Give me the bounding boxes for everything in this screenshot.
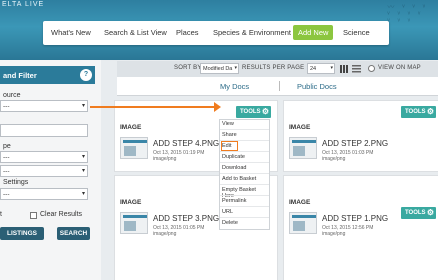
keyword-input[interactable] (0, 124, 88, 137)
card-title[interactable]: ADD STEP 1.PNG (322, 214, 388, 223)
card-type: IMAGE (289, 124, 311, 131)
chevron-down-icon: ▾ (81, 191, 85, 197)
clear-results-label: Clear Results (40, 211, 83, 218)
settings-select[interactable]: --- ▾ (0, 188, 88, 200)
annotation-arrow (90, 106, 217, 108)
filter-panel-header: and Filter ? (0, 66, 95, 84)
help-icon[interactable]: ? (80, 69, 92, 81)
chevron-down-icon: ▾ (234, 65, 237, 71)
card-mime: image/png (153, 231, 177, 237)
tab-my-docs[interactable]: My Docs (220, 82, 249, 91)
brand-text[interactable]: ELTA LIVE (2, 1, 44, 8)
type-select[interactable]: --- ▾ (0, 151, 88, 163)
card-title[interactable]: ADD STEP 2.PNG (322, 139, 388, 148)
menu-item-permalink[interactable]: Permalink (222, 198, 246, 204)
nav-search-list-view[interactable]: Search & List View (104, 28, 167, 37)
menu-item-view[interactable]: View (222, 121, 234, 127)
card-thumbnail[interactable] (120, 212, 148, 234)
source-select[interactable]: --- ▾ (0, 100, 88, 112)
card-thumbnail[interactable] (120, 137, 148, 159)
card-type: IMAGE (120, 199, 142, 206)
grid-view-icon[interactable] (340, 65, 348, 73)
view-on-map-label: VIEW ON MAP (378, 65, 421, 71)
results-toolbar: SORT BY Modified Da ▾ RESULTS PER PAGE 2… (117, 61, 438, 77)
list-view-icon[interactable] (352, 65, 361, 73)
filter-panel-title: and Filter (3, 71, 37, 80)
chevron-down-icon: ▾ (81, 168, 85, 174)
chevron-down-icon: ▾ (330, 65, 333, 71)
chevron-down-icon: ▾ (81, 154, 85, 160)
tools-button[interactable]: TOOLS ⚙ (401, 106, 436, 118)
tab-divider (279, 81, 280, 91)
chevron-down-icon: ▾ (81, 103, 85, 109)
menu-item-duplicate[interactable]: Duplicate (222, 154, 245, 160)
partial-checkbox-label: t (0, 211, 2, 218)
arrow-head-icon (214, 102, 221, 112)
menu-item-delete[interactable]: Delete (222, 220, 238, 226)
per-page-select[interactable]: 24 ▾ (307, 63, 335, 74)
card-thumbnail[interactable] (289, 212, 317, 234)
source-label: ource (3, 92, 21, 99)
tools-button[interactable]: TOOLS ⚙ (401, 207, 436, 219)
gear-icon: ⚙ (426, 208, 434, 217)
nav-science[interactable]: Science (343, 28, 370, 37)
nav-species-environment[interactable]: Species & Environment (213, 28, 291, 37)
card-title[interactable]: ADD STEP 4.PNG (153, 139, 219, 148)
type-label: pe (3, 143, 11, 150)
gear-icon: ⚙ (261, 107, 269, 116)
card-mime: image/png (322, 156, 346, 162)
sort-by-label: SORT BY (174, 65, 202, 71)
filter-select-3[interactable]: --- ▾ (0, 165, 88, 177)
tools-menu: View Share Edit Duplicate Download Add t… (219, 119, 270, 230)
menu-item-download[interactable]: Download (222, 165, 246, 171)
docs-tabs: My Docs Public Docs (117, 77, 438, 96)
edit-highlight (221, 141, 238, 151)
card-mime: image/png (153, 156, 177, 162)
site-header: ELTA LIVE 〰 ᵛ ᵛ ᵛᵛ ᵛ ᵛ ᵛᵛ ᵛ ᵛ What's New… (0, 0, 438, 60)
menu-item-url[interactable]: URL (222, 209, 233, 215)
nav-whats-new[interactable]: What's New (51, 28, 91, 37)
nav-places[interactable]: Places (176, 28, 199, 37)
nav-add-new[interactable]: Add New (293, 25, 334, 40)
tab-public-docs[interactable]: Public Docs (297, 82, 337, 91)
card-type: IMAGE (289, 199, 311, 206)
document-card[interactable]: IMAGE ADD STEP 1.PNG Oct 13, 2015 12:56 … (284, 176, 438, 280)
bird-decoration-icon: 〰 ᵛ ᵛ ᵛᵛ ᵛ ᵛ ᵛᵛ ᵛ ᵛ (387, 4, 428, 25)
sort-select[interactable]: Modified Da ▾ (200, 63, 239, 74)
results-per-page-label: RESULTS PER PAGE (242, 65, 305, 71)
main-nav: What's New Search & List View Places Spe… (43, 21, 389, 45)
search-button[interactable]: SEARCH (57, 227, 90, 240)
card-title[interactable]: ADD STEP 3.PNG (153, 214, 219, 223)
menu-item-add-to-basket[interactable]: Add to Basket (222, 176, 256, 182)
listings-button[interactable]: LISTINGS (0, 227, 44, 240)
gear-icon: ⚙ (426, 107, 434, 116)
tools-button[interactable]: TOOLS ⚙ (236, 106, 271, 118)
menu-item-share[interactable]: Share (222, 132, 237, 138)
view-on-map-radio[interactable] (368, 65, 375, 72)
card-type: IMAGE (120, 124, 142, 131)
settings-label: Settings (3, 179, 29, 186)
filter-panel: and Filter ? ource --- ▾ pe --- ▾ --- ▾ … (0, 60, 101, 280)
card-mime: image/png (322, 231, 346, 237)
card-thumbnail[interactable] (289, 137, 317, 159)
clear-results-checkbox[interactable] (30, 212, 37, 219)
